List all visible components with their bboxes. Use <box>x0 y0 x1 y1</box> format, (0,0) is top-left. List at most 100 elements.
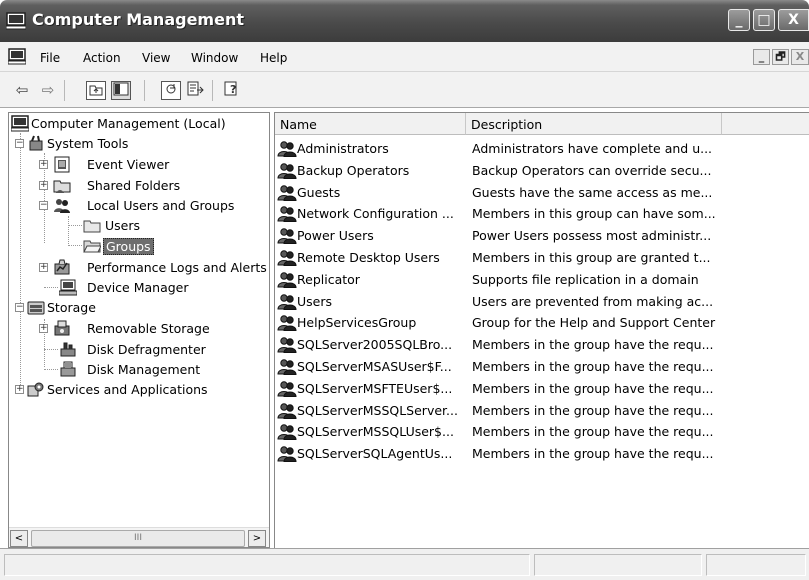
group-description: Guests have the same access as me... <box>472 184 713 200</box>
menu-action[interactable]: Action <box>83 51 121 65</box>
tree-label: Performance Logs and Alerts <box>87 260 267 275</box>
expand-icon[interactable]: + <box>39 160 48 169</box>
folder-icon <box>83 220 101 233</box>
tree-label: Local Users and Groups <box>87 198 235 213</box>
table-row[interactable]: Guests Guests have the same access as me.… <box>275 181 809 203</box>
table-row[interactable]: Remote Desktop Users Members in this grou… <box>275 246 809 268</box>
svg-text:?: ? <box>230 83 236 96</box>
table-row[interactable]: Replicator Supports file replication in a… <box>275 268 809 290</box>
column-header-description[interactable]: Description <box>466 113 722 135</box>
group-description: Members in the group have the requ... <box>472 446 714 462</box>
group-name: SQLServerMSASUser$F... <box>297 359 452 374</box>
table-row[interactable]: SQLServerMSSQLServer... Members in the gr… <box>275 399 809 421</box>
expand-icon[interactable]: + <box>15 385 24 394</box>
up-one-level-icon[interactable] <box>86 81 106 100</box>
group-description: Members in the group have the requ... <box>472 359 714 374</box>
menu-view[interactable]: View <box>142 51 170 65</box>
table-row[interactable]: Power Users Power Users possess most admi… <box>275 224 809 246</box>
toolbar-separator <box>64 80 65 101</box>
close-button[interactable]: X <box>778 9 809 31</box>
table-row[interactable]: SQLServer2005SQLBro... Members in the gro… <box>275 333 809 355</box>
tree-label: Removable Storage <box>87 321 210 336</box>
group-icon <box>277 292 297 310</box>
details-list-view[interactable]: Name Description Administrators Administr… <box>274 112 809 548</box>
menu-file[interactable]: File <box>40 51 60 65</box>
group-description: Backup Operators can override secu... <box>472 162 712 178</box>
maximize-button[interactable]: □ <box>753 9 775 31</box>
window-title: Computer Management <box>32 10 244 29</box>
table-row[interactable]: SQLServerMSASUser$F... Members in the gro… <box>275 355 809 377</box>
minimize-button[interactable]: _ <box>728 9 750 31</box>
mdi-restore-button[interactable]: 🗗 <box>772 49 789 65</box>
collapse-icon[interactable]: − <box>39 201 48 210</box>
tree-connector <box>44 369 58 370</box>
group-name: Remote Desktop Users <box>297 250 440 265</box>
mdi-close-button[interactable]: X <box>791 49 809 65</box>
table-row[interactable]: SQLServerMSFTEUser$... Members in the gro… <box>275 377 809 399</box>
title-bar[interactable]: Computer Management _ □ X <box>0 0 809 42</box>
status-panel <box>534 554 702 576</box>
show-hide-console-tree-icon[interactable] <box>111 81 131 100</box>
services-icon <box>27 382 44 397</box>
group-name: Power Users <box>297 228 374 244</box>
tree-label: Disk Management <box>87 362 201 377</box>
back-icon[interactable]: ⇦ <box>12 81 32 100</box>
tree-horizontal-scrollbar[interactable]: < III > <box>9 527 269 547</box>
group-icon <box>277 335 297 354</box>
column-header-empty <box>722 113 809 135</box>
collapse-icon[interactable]: − <box>15 303 24 312</box>
tree-label: Services and Applications <box>47 382 208 397</box>
table-row[interactable]: Users Users are prevented from making ac.… <box>275 290 809 312</box>
console-tree[interactable]: Computer Management (Local) − System Too… <box>8 112 270 548</box>
table-row[interactable]: SQLServerSQLAgentUs... Members in the gro… <box>275 442 809 464</box>
tree-connector <box>20 133 21 385</box>
system-menu-icon[interactable] <box>8 48 26 65</box>
group-name: SQLServerMSSQLUser$... <box>297 424 454 440</box>
table-row[interactable]: HelpServicesGroup Group for the Help and … <box>275 311 809 333</box>
expand-icon[interactable]: + <box>39 181 48 190</box>
tree-label: Disk Defragmenter <box>87 342 206 357</box>
tree-label: Users <box>105 218 141 233</box>
group-icon <box>277 204 297 223</box>
export-list-icon[interactable] <box>186 81 206 100</box>
menu-window[interactable]: Window <box>191 51 238 65</box>
table-row[interactable]: Administrators Administrators have comple… <box>275 137 809 159</box>
group-description: Group for the Help and Support Center <box>472 315 716 331</box>
tree-label-selected: Groups <box>103 238 154 255</box>
group-icon <box>277 161 297 179</box>
group-icon <box>277 422 297 441</box>
group-icon <box>277 248 297 266</box>
group-name: HelpServicesGroup <box>297 315 417 331</box>
forward-icon[interactable]: ⇨ <box>38 81 58 100</box>
mdi-minimize-button[interactable]: _ <box>753 49 770 65</box>
scroll-thumb[interactable]: III <box>31 530 245 547</box>
tree-connector <box>68 245 82 246</box>
tree-connector <box>44 287 58 288</box>
shared-folder-icon <box>53 180 71 193</box>
scroll-left-button[interactable]: < <box>10 530 28 547</box>
table-row[interactable]: Network Configuration ... Members in this… <box>275 202 809 224</box>
group-name: Replicator <box>297 271 360 287</box>
collapse-icon[interactable]: − <box>15 139 24 148</box>
group-name: Guests <box>297 184 341 200</box>
help-icon[interactable]: ? <box>222 81 242 100</box>
refresh-icon[interactable] <box>161 81 181 100</box>
toolbar-separator <box>212 80 213 101</box>
column-header-name[interactable]: Name <box>275 113 466 135</box>
status-panel <box>4 554 530 576</box>
group-name: SQLServer2005SQLBro... <box>297 337 453 353</box>
computer-management-icon <box>6 12 26 30</box>
group-description: Members in the group have the requ... <box>472 424 714 440</box>
expand-icon[interactable]: + <box>39 263 48 272</box>
group-description: Members in this group are granted t... <box>472 250 711 265</box>
table-row[interactable]: SQLServerMSSQLUser$... Members in the gro… <box>275 420 809 442</box>
menu-help[interactable]: Help <box>260 51 287 65</box>
group-description: Members in this group can have som... <box>472 206 716 222</box>
expand-icon[interactable]: + <box>39 324 48 333</box>
group-name: SQLServerMSFTEUser$... <box>297 380 453 396</box>
table-row[interactable]: Backup Operators Backup Operators can ove… <box>275 159 809 181</box>
group-name: Network Configuration ... <box>297 206 454 222</box>
users-groups-icon <box>54 199 70 213</box>
folder-open-icon <box>83 240 101 253</box>
scroll-right-button[interactable]: > <box>248 530 266 547</box>
